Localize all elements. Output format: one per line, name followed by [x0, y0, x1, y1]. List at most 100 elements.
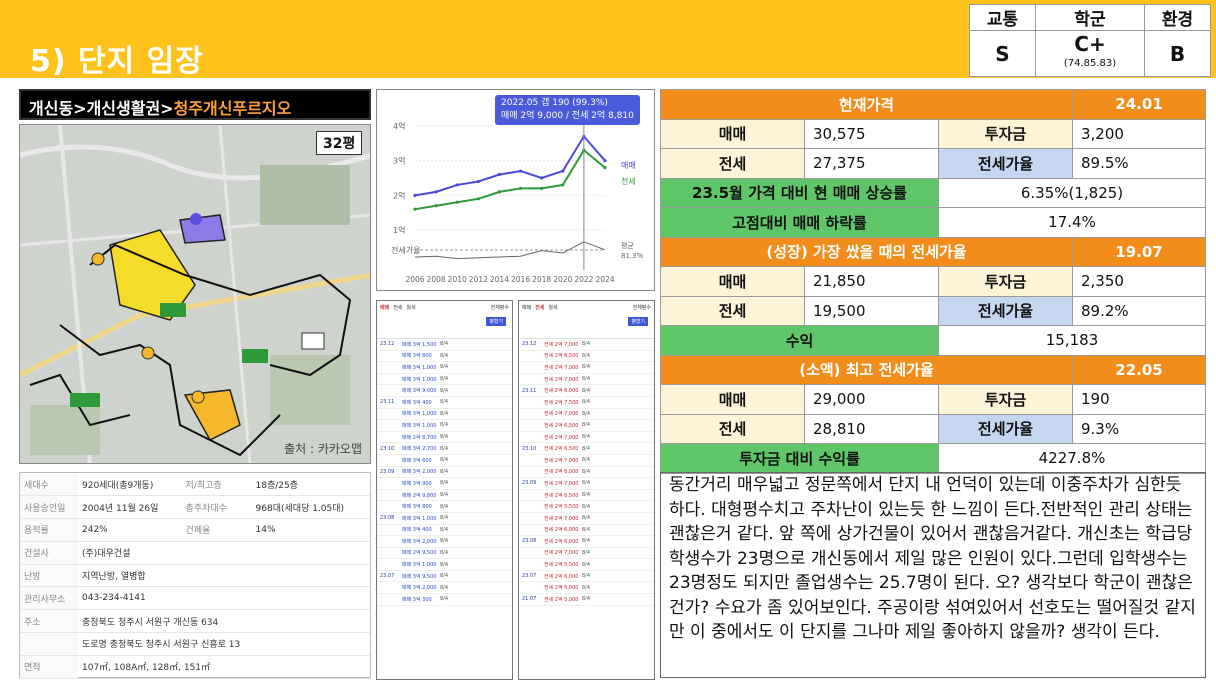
tx-price: 매매 3억 1,000 [402, 376, 437, 383]
tx-floor: 8/4 [582, 596, 591, 603]
tx-row: 매매 3억 1,000 8/4 [377, 420, 512, 432]
tx-floor: 8/4 [582, 503, 591, 510]
tx-row: 전세 2억 7,000 8/4 [519, 513, 654, 525]
peak-sale: 29,000 [804, 384, 939, 415]
series-point [540, 176, 544, 180]
tx-floor: 8/4 [582, 422, 591, 429]
peak-jeonse-label: 전세 [660, 413, 805, 444]
tx-row: 매매 3억 800 8/4 [377, 351, 512, 363]
tx-floor: 8/4 [582, 584, 591, 591]
tx-tab[interactable]: 월세 [548, 304, 557, 311]
x-tick-label: 2024 [595, 275, 614, 284]
peak-invest: 190 [1072, 384, 1206, 415]
tx-row: 23.09 전세 2억 7,000 8/4 [519, 478, 654, 490]
tx-price: 전세 2억 7,000 [544, 515, 579, 522]
tx-tab[interactable]: 전세 [535, 304, 544, 311]
tooltip-line-2: 매매 2억 9,000 / 전세 2억 8,810 [501, 111, 634, 121]
tx-row: 전세 2억 5,500 8/4 [519, 501, 654, 513]
grade-school: C+ [1074, 31, 1106, 56]
tx-price: 매매 3억 600 [402, 457, 432, 464]
tx-floor: 8/4 [582, 480, 591, 487]
tx-floor: 8/4 [582, 364, 591, 371]
tx-size-filter[interactable]: 전체평수 [491, 304, 509, 311]
tx-row: 21.07 전세 2억 5,000 8/4 [519, 594, 654, 606]
location-breadcrumb: 개신동>개신생활권>청주개신푸르지오 [19, 89, 371, 120]
now-date: 24.01 [1072, 89, 1206, 120]
tx-tab[interactable]: 월세 [406, 304, 415, 311]
tooltip-line-1: 2022.05 갭 190 (99.3%) [501, 98, 608, 108]
tx-tab[interactable]: 매매 [380, 304, 389, 311]
tx-floor: 8/4 [440, 422, 449, 429]
tx-row: 전세 2억 6,000 8/4 [519, 525, 654, 537]
tx-row: 전세 2억 7,000 8/4 [519, 409, 654, 421]
tx-tab[interactable]: 전세 [393, 304, 402, 311]
tx-price: 매매 3억 1,000 [402, 562, 437, 569]
tx-date: 23.12 [380, 341, 395, 348]
grow-jeonse-label: 전세 [660, 295, 805, 326]
tx-floor: 8/4 [440, 387, 449, 394]
tx-row: 23.09 매매 3억 2,000 8/4 [377, 467, 512, 479]
now-jeonse-label: 전세 [660, 148, 805, 179]
tx-price: 매매 3억 900 [402, 480, 432, 487]
tx-floor: 8/4 [582, 538, 591, 545]
x-tick-label: 2018 [532, 275, 551, 284]
tx-row: 매매 3억 600 8/4 [377, 455, 512, 467]
peak-date: 22.05 [1072, 354, 1206, 385]
info-value: 043-234-4141 [78, 586, 370, 611]
tx-price: 전세 2억 7,000 [544, 411, 579, 418]
series-point [518, 169, 523, 173]
tx-price: 전세 2억 5,500 [544, 562, 579, 569]
tx-floor: 8/4 [582, 526, 591, 533]
tx-floor: 8/4 [582, 399, 591, 406]
tx-price: 매매 3억 400 [402, 399, 432, 406]
tx-price: 전세 2억 6,000 [544, 527, 579, 534]
tx-floor: 8/4 [582, 492, 591, 499]
tx-floor: 8/4 [582, 573, 591, 580]
x-tick-label: 2022 [574, 275, 593, 284]
now-sale-label: 매매 [660, 118, 805, 149]
tx-price: 매매 3억 800 [402, 504, 432, 511]
x-tick-label: 2012 [469, 275, 488, 284]
now-sale: 30,575 [804, 118, 939, 149]
price-chart[interactable]: 4억 3억 2억 1억 2006 2008 2010 2012 2014 2016 2018 2020… [376, 89, 655, 291]
info-value: 920세대(총9개동) [78, 473, 182, 497]
tx-price: 매매 2억 9,800 [402, 492, 437, 499]
map-canvas [20, 125, 370, 463]
now-invest: 3,200 [1072, 118, 1206, 149]
sale-transaction-panel[interactable]: 매매 전세 월세 전체평수 평형기 23.12 매매 3억 1,500 8/4 매매 3억 80… [376, 300, 513, 680]
info-key: 건폐율 [181, 518, 252, 542]
now-ratio: 89.5% [1072, 148, 1206, 179]
map-view[interactable]: 32평 출처 : 카카오맵 [19, 124, 371, 464]
grow-ratio-label: 전세가율 [938, 295, 1073, 326]
info-row: 용적률 242% 건폐율 14% [20, 518, 370, 542]
tx-floor: 8/4 [440, 480, 449, 487]
series-point [497, 190, 502, 194]
tx-button[interactable]: 평형기 [486, 317, 506, 326]
tx-price: 전세 2억 7,000 [544, 480, 579, 487]
grow-sale-label: 매매 [660, 266, 805, 297]
info-value: 2004년 11월 26일 [78, 495, 182, 520]
tx-date: 23.12 [522, 341, 537, 348]
tx-row: 매매 3억 900 8/4 [377, 478, 512, 490]
tx-floor: 8/4 [440, 468, 449, 475]
tx-price: 전세 2억 6,000 [544, 573, 579, 580]
tx-price: 전세 2억 7,000 [544, 434, 579, 441]
peak-label: (소액) 최고 전세가율 [660, 354, 1073, 385]
jeonse-transaction-panel[interactable]: 매매 전세 월세 전체평수 평형기 23.12 전세 2억 7,000 8/4 전세 2억 6,… [518, 300, 655, 680]
tx-size-filter[interactable]: 전체평수 [633, 304, 651, 311]
tx-tab[interactable]: 매매 [522, 304, 531, 311]
info-key: 사용승인일 [20, 495, 78, 520]
yield-value: 4227.8% [938, 443, 1206, 474]
grow-label: (성장) 가장 쌌을 때의 전세가율 [660, 236, 1073, 267]
tx-row: 매매 3억 1,000 8/4 [377, 362, 512, 374]
tx-price: 전세 2억 7,500 [544, 399, 579, 406]
tx-row: 매매 2억 8,700 8/4 [377, 432, 512, 444]
tx-floor: 8/4 [582, 410, 591, 417]
tx-price: 전세 2억 7,000 [544, 457, 579, 464]
tx-button[interactable]: 평형기 [628, 317, 648, 326]
series-point [434, 190, 438, 194]
series-point [603, 166, 607, 170]
peak-ratio: 9.3% [1072, 413, 1206, 444]
complex-name: 청주개신푸르지오 [173, 99, 292, 118]
tx-price: 매매 3억 1,000 [402, 515, 437, 522]
